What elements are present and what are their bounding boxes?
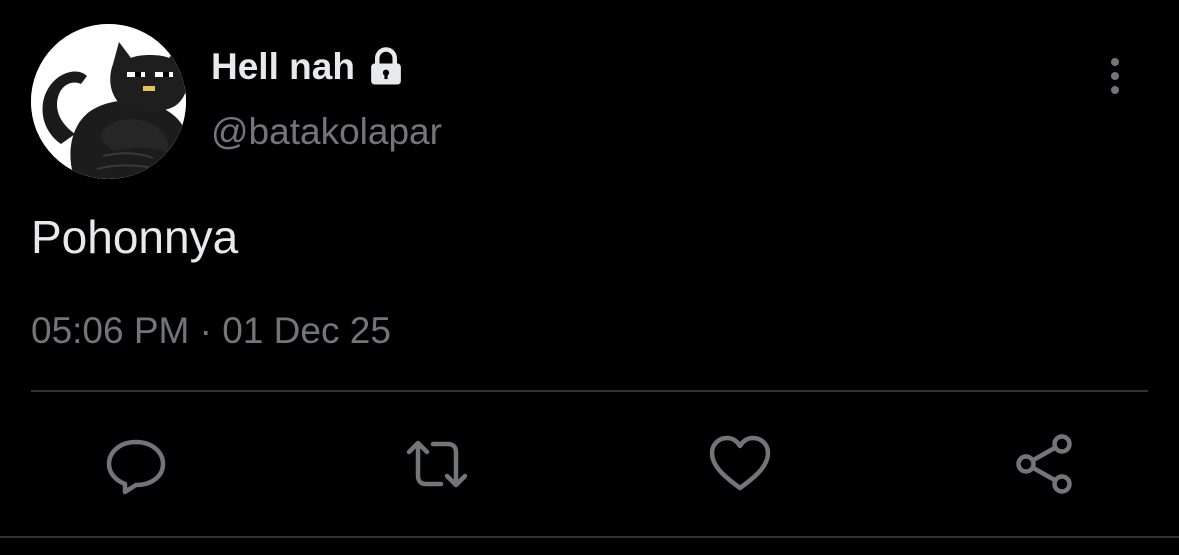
bottom-divider xyxy=(0,536,1179,538)
lock-icon xyxy=(365,46,407,88)
tweet-timestamp[interactable]: 05:06 PM · 01 Dec 25 xyxy=(31,310,391,352)
share-icon xyxy=(1016,434,1072,494)
like-button[interactable] xyxy=(708,432,772,496)
heart-icon xyxy=(709,435,771,491)
display-name[interactable]: Hell nah xyxy=(211,44,407,90)
more-vertical-icon xyxy=(1111,58,1119,94)
retweet-button[interactable] xyxy=(405,432,469,496)
retweet-icon xyxy=(406,440,468,488)
tweet-card: Hell nah @batakolapar Pohonnya 05:06 PM … xyxy=(0,0,1179,555)
display-name-text: Hell nah xyxy=(211,46,355,87)
cat-avatar-icon xyxy=(31,24,186,179)
share-button[interactable] xyxy=(1012,432,1076,496)
avatar[interactable] xyxy=(31,24,186,179)
reply-button[interactable] xyxy=(104,432,168,496)
more-options-button[interactable] xyxy=(1096,52,1134,100)
divider xyxy=(31,390,1148,392)
tweet-text: Pohonnya xyxy=(31,211,239,263)
reply-icon xyxy=(106,439,166,495)
user-handle[interactable]: @batakolapar xyxy=(211,111,442,153)
